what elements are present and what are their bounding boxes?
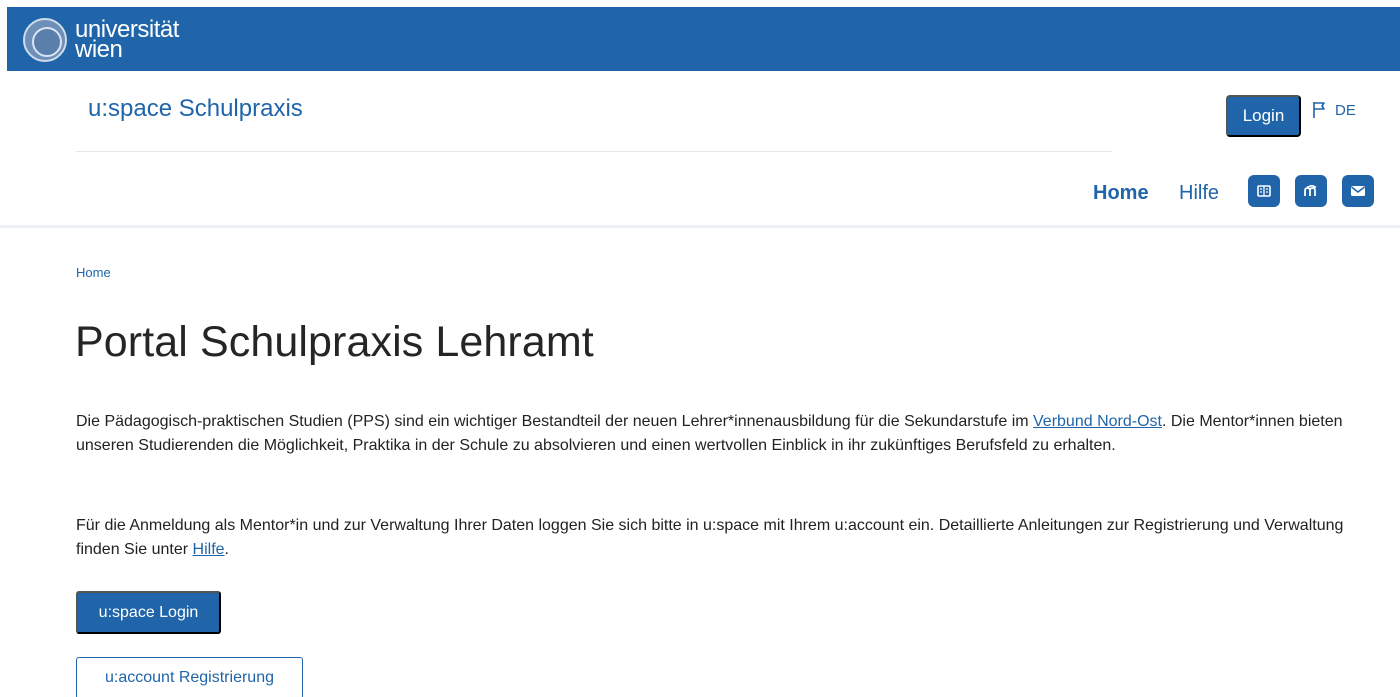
login-text-before-link: Für die Anmeldung als Mentor*in und zur … <box>76 517 1344 558</box>
reader-icon[interactable] <box>1248 175 1280 207</box>
university-wordmark: universität wien <box>75 18 179 63</box>
login-button[interactable]: Login <box>1226 95 1301 137</box>
university-logo[interactable]: universität wien <box>23 14 179 66</box>
page-title: Portal Schulpraxis Lehramt <box>75 318 594 366</box>
uaccount-registration-button[interactable]: u:account Registrierung <box>76 657 303 697</box>
nav-home-link[interactable]: Home <box>1093 182 1149 205</box>
nav-help-link[interactable]: Hilfe <box>1179 182 1219 205</box>
intro-paragraph: Die Pädagogisch-praktischen Studien (PPS… <box>76 410 1391 458</box>
breadcrumb-home[interactable]: Home <box>76 265 111 280</box>
university-top-bar: universität wien <box>7 7 1400 71</box>
university-seal-icon <box>23 18 67 62</box>
uspace-login-button[interactable]: u:space Login <box>76 591 221 634</box>
site-header: u:space Schulpraxis Login DE <box>76 71 1386 151</box>
intro-text-before-link: Die Pädagogisch-praktischen Studien (PPS… <box>76 413 1034 430</box>
moodle-icon-glyph <box>1303 185 1316 196</box>
reader-icon-glyph <box>1257 185 1271 197</box>
mail-icon[interactable] <box>1342 175 1374 207</box>
language-label: DE <box>1335 101 1356 119</box>
login-instructions-paragraph: Für die Anmeldung als Mentor*in und zur … <box>76 514 1391 562</box>
login-text-after-link: . <box>224 541 229 558</box>
verbund-nord-ost-link[interactable]: Verbund Nord-Ost <box>1033 413 1162 430</box>
university-name-line2: wien <box>75 36 123 63</box>
flag-icon <box>1313 102 1325 118</box>
moodle-icon[interactable] <box>1295 175 1327 207</box>
mail-icon-glyph <box>1351 186 1365 196</box>
main-navigation: Home Hilfe <box>0 152 1400 228</box>
site-title[interactable]: u:space Schulpraxis <box>88 95 303 123</box>
language-switcher[interactable]: DE <box>1312 101 1356 119</box>
breadcrumb: Home <box>76 265 111 280</box>
help-inline-link[interactable]: Hilfe <box>193 541 225 558</box>
